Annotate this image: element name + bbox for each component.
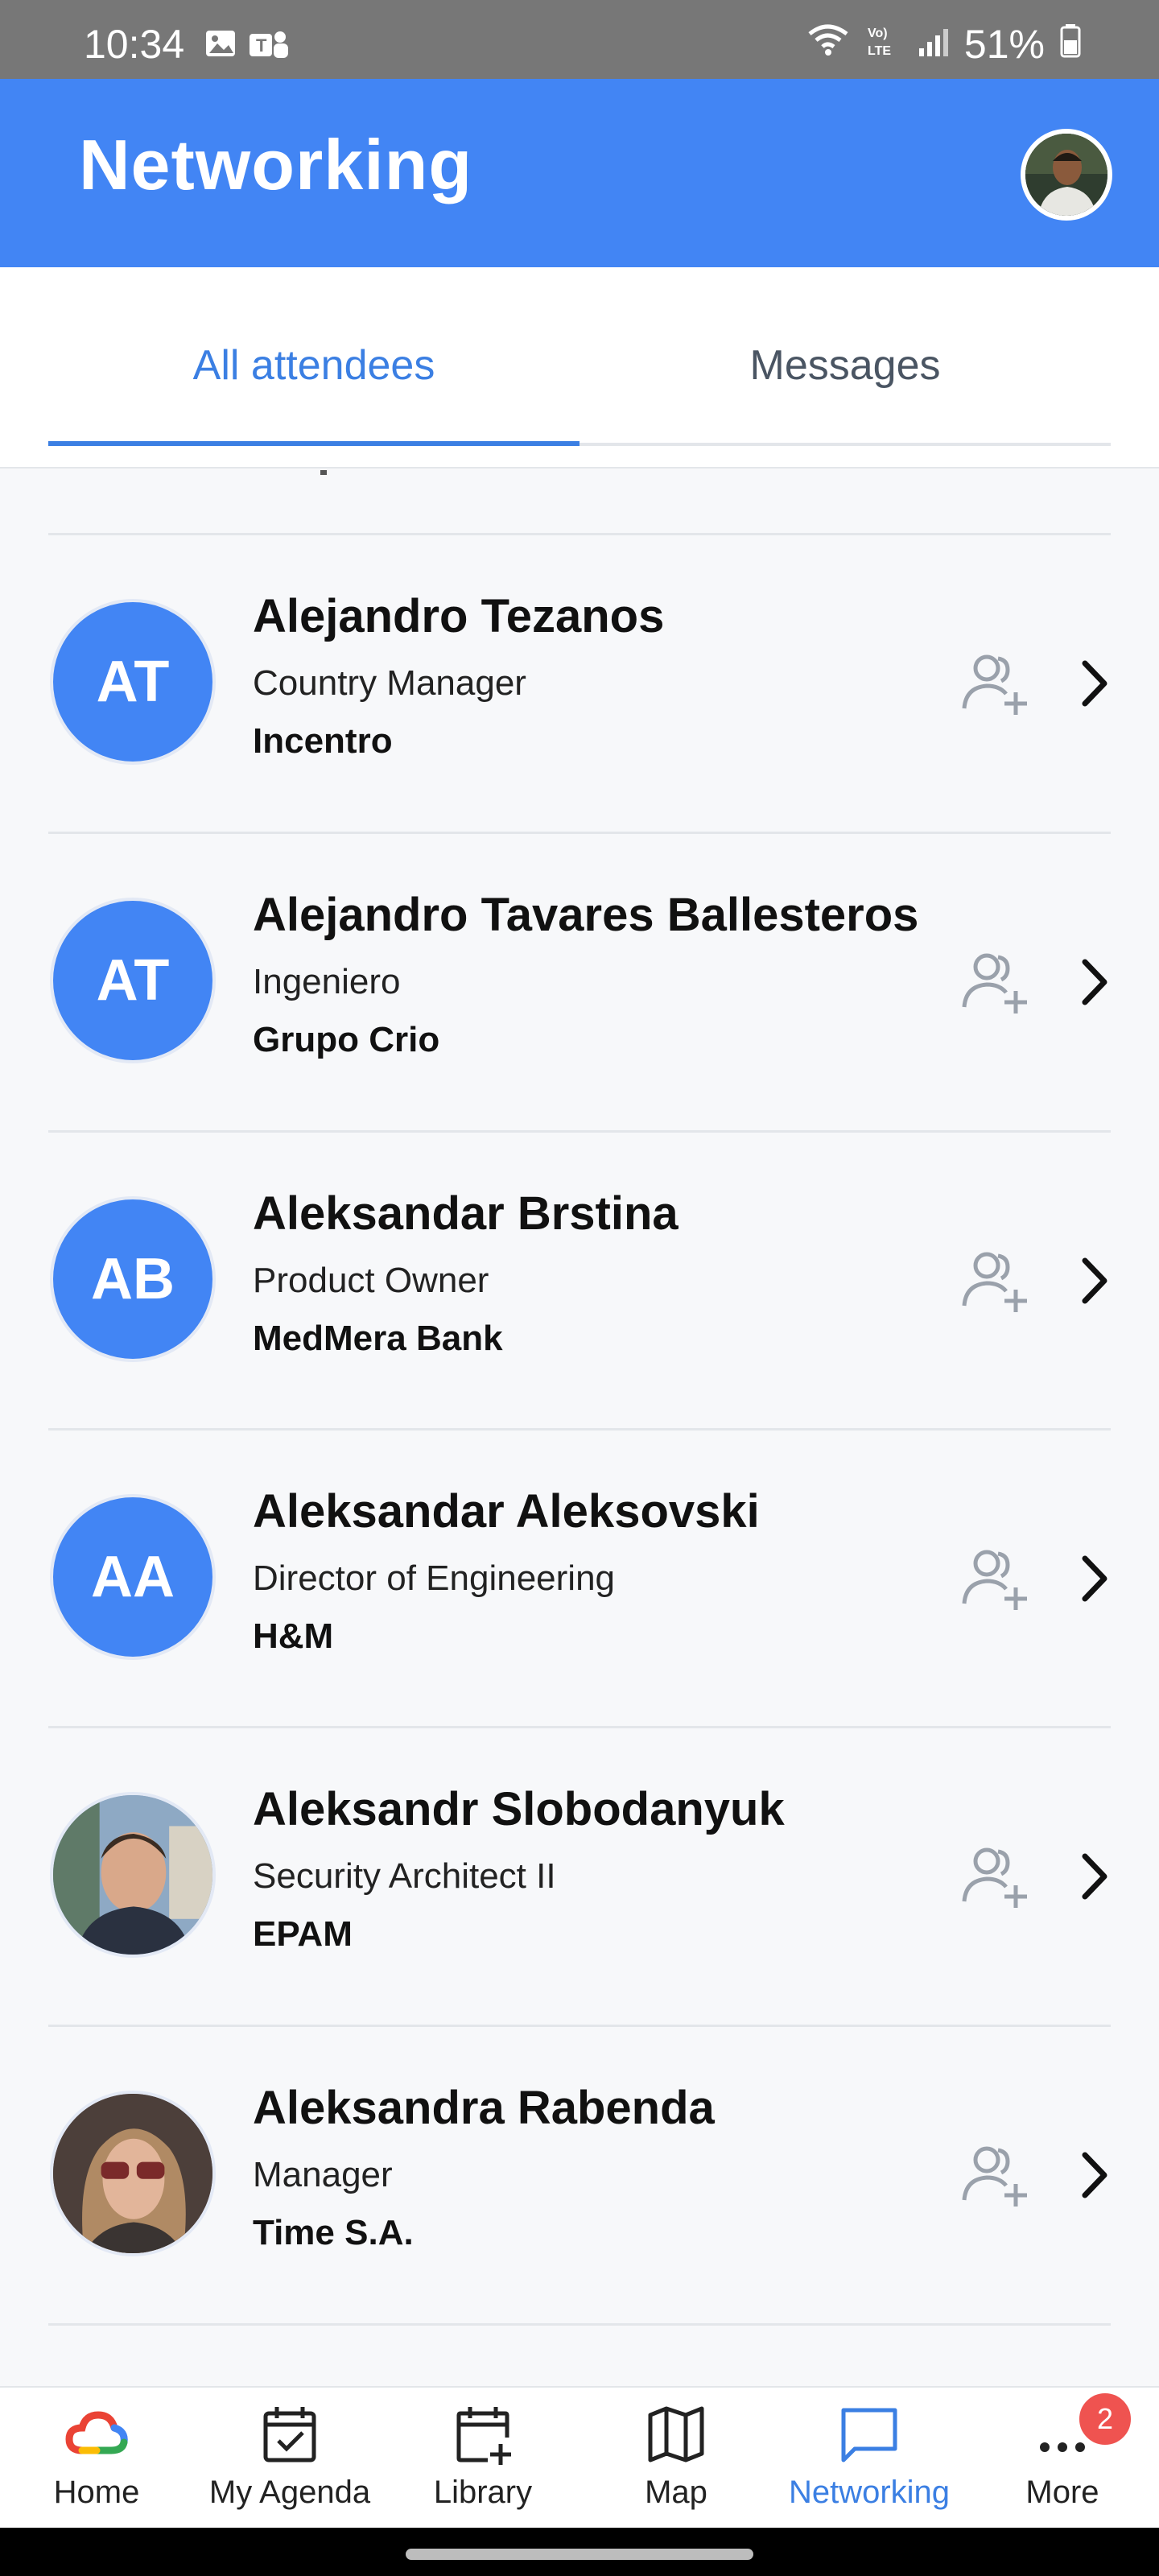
attendee-company: Incentro <box>253 721 393 761</box>
nav-map[interactable]: Map <box>580 2388 773 2529</box>
attendee-title: Ingeniero <box>253 962 401 1001</box>
list-item[interactable]: Aleksandr Slobodanyuk Security Architect… <box>0 1728 1159 2025</box>
attendee-title: Country Manager <box>253 663 526 703</box>
attendee-name: Aleksandar Aleksovski <box>253 1485 760 1538</box>
lte-icon: Vo) LTE <box>866 21 903 68</box>
nav-home[interactable]: Home <box>0 2388 193 2529</box>
attendee-company: EPAM <box>253 1914 353 1954</box>
wifi-icon <box>806 21 852 68</box>
signal-icon <box>918 21 950 68</box>
attendee-title: Security Architect II <box>253 1856 556 1896</box>
attendee-name: Aleksandr Slobodanyuk <box>253 1783 785 1835</box>
svg-text:T: T <box>256 35 267 56</box>
calendar-plus-icon <box>456 2407 511 2465</box>
system-nav-bar <box>0 2528 1159 2576</box>
attendee-title: Manager <box>253 2155 393 2194</box>
avatar-photo <box>50 1792 216 1958</box>
add-connection-icon[interactable] <box>958 946 1030 1018</box>
google-cloud-icon <box>65 2411 128 2454</box>
svg-text:LTE: LTE <box>868 44 891 58</box>
attendee-company: MedMera Bank <box>253 1319 503 1358</box>
app-bar: Networking <box>0 79 1159 267</box>
divider <box>48 2323 1111 2326</box>
attendee-company: Time S.A. <box>253 2213 414 2252</box>
list-item[interactable]: AT Alejandro Tezanos Country Manager Inc… <box>0 535 1159 832</box>
networking-screen: 10:34 T Vo) LTE 51% Networking All atten… <box>0 0 1159 2576</box>
tab-bar: All attendees Messages <box>0 267 1159 469</box>
notification-badge: 2 <box>1077 2391 1133 2447</box>
svg-text:Vo): Vo) <box>868 27 888 40</box>
avatar: AT <box>50 599 216 765</box>
chevron-right-icon[interactable] <box>1074 956 1114 1009</box>
nav-more[interactable]: 2 More <box>966 2388 1159 2529</box>
chevron-right-icon[interactable] <box>1074 1552 1114 1605</box>
gallery-icon <box>204 27 237 67</box>
chevron-right-icon[interactable] <box>1074 1254 1114 1307</box>
add-connection-icon[interactable] <box>958 1542 1030 1615</box>
nav-label: Map <box>645 2475 707 2510</box>
attendee-title: Product Owner <box>253 1261 489 1300</box>
avatar: AA <box>50 1494 216 1660</box>
page-title: Networking <box>79 125 473 204</box>
avatar: AT <box>50 898 216 1063</box>
chevron-right-icon[interactable] <box>1074 657 1114 710</box>
attendee-company: Grupo Crio <box>253 1020 440 1059</box>
attendee-name: Alejandro Tezanos <box>253 590 665 642</box>
attendee-list[interactable]: AT Alejandro Tezanos Country Manager Inc… <box>0 470 1159 2386</box>
nav-label: My Agenda <box>208 2475 371 2510</box>
system-indicators: Vo) LTE 51% <box>806 21 1082 68</box>
avatar-initials: AB <box>91 1247 175 1311</box>
list-item[interactable]: AA Aleksandar Aleksovski Director of Eng… <box>0 1430 1159 1728</box>
nav-label: Networking <box>788 2475 951 2510</box>
bottom-nav: Home My Agenda Library Map Networking 2 … <box>0 2386 1159 2528</box>
nav-library[interactable]: Library <box>386 2388 580 2529</box>
add-connection-icon[interactable] <box>958 1840 1030 1913</box>
avatar-initials: AT <box>96 650 170 714</box>
avatar-initials: AT <box>96 948 170 1013</box>
attendee-name: Alejandro Tavares Ballesteros <box>253 889 919 941</box>
calendar-check-icon <box>263 2407 316 2462</box>
attendee-company: H&M <box>253 1616 334 1656</box>
nav-my-agenda[interactable]: My Agenda <box>193 2388 386 2529</box>
map-icon <box>648 2406 704 2462</box>
list-item[interactable]: AT Alejandro Tavares Ballesteros Ingenie… <box>0 833 1159 1131</box>
battery-icon <box>1059 21 1082 68</box>
list-item[interactable]: Aleksandra Rabenda Manager Time S.A. <box>0 2026 1159 2324</box>
chat-icon <box>841 2408 897 2462</box>
partial-row-remnant <box>320 470 327 475</box>
battery-percent: 51% <box>963 22 1045 67</box>
tab-indicator <box>48 441 580 446</box>
add-connection-icon[interactable] <box>958 2139 1030 2211</box>
nav-label: Library <box>433 2475 533 2510</box>
add-connection-icon[interactable] <box>958 1245 1030 1317</box>
home-gesture-pill[interactable] <box>406 2549 753 2560</box>
chevron-right-icon[interactable] <box>1074 2149 1114 2202</box>
attendee-title: Director of Engineering <box>253 1558 616 1598</box>
nav-label: More <box>1025 2475 1099 2510</box>
chevron-right-icon[interactable] <box>1074 1850 1114 1903</box>
attendee-name: Aleksandra Rabenda <box>253 2082 715 2134</box>
attendee-name: Aleksandar Brstina <box>253 1187 678 1240</box>
nav-label: Home <box>53 2475 140 2510</box>
profile-avatar[interactable] <box>1021 129 1112 221</box>
tab-all-attendees[interactable]: All attendees <box>48 341 580 390</box>
avatar: AB <box>50 1196 216 1362</box>
avatar-photo <box>50 2091 216 2256</box>
teams-icon: T <box>248 27 290 67</box>
avatar-initials: AA <box>91 1545 175 1609</box>
list-item[interactable]: AB Aleksandar Brstina Product Owner MedM… <box>0 1132 1159 1430</box>
add-connection-icon[interactable] <box>958 647 1030 720</box>
status-bar: 10:34 T Vo) LTE 51% <box>0 0 1159 79</box>
notification-icons: T <box>204 27 290 67</box>
nav-networking[interactable]: Networking <box>773 2388 966 2529</box>
status-time: 10:34 <box>84 22 185 67</box>
tab-messages[interactable]: Messages <box>580 341 1111 390</box>
